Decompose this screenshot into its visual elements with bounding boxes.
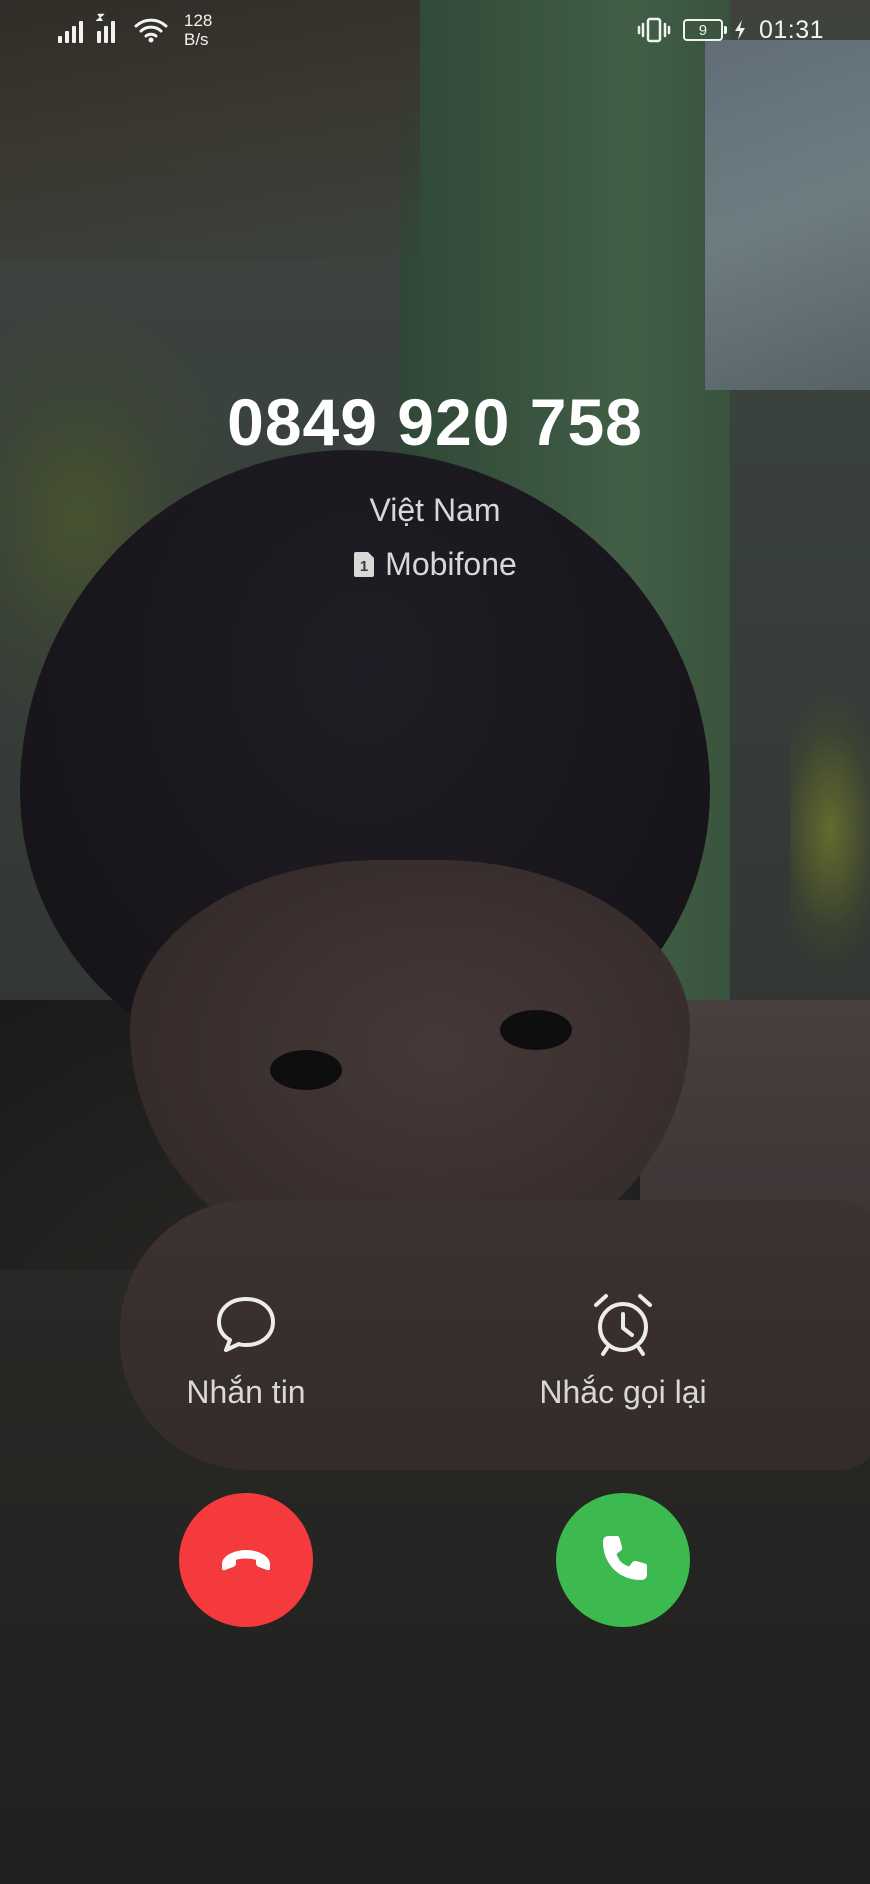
battery-icon: 9 [682,19,727,41]
vibrate-icon [637,17,671,43]
wifi-icon [134,18,168,43]
background-photo [0,0,870,1884]
caller-info: 0849 920 758 Việt Nam 1 Mobifone [0,380,870,584]
remind-me-label: Nhắc gọi lại [539,1374,707,1410]
network-speed-unit: B/s [184,30,209,49]
reply-with-message-label: Nhắn tin [186,1374,306,1410]
remind-me-button[interactable]: Nhắc gọi lại [473,1290,773,1412]
network-speed: 128 B/s [184,11,212,49]
status-right: 9 01:31 [637,10,824,50]
signal-icon [58,17,83,43]
status-clock: 01:31 [758,15,824,44]
caller-country: Việt Nam [369,492,501,528]
alarm-clock-icon [594,1294,652,1356]
charging-icon [734,20,745,40]
status-left: ⧗ 128 B/s [58,10,212,50]
battery-level: 9 [698,21,708,39]
status-bar: ⧗ 128 B/s 9 01:31 [0,0,870,60]
hang-up-icon [222,1550,270,1571]
message-bubble-icon [217,1297,275,1352]
caller-carrier-row: 1 Mobifone [353,544,517,584]
sim-icon: 1 [354,551,375,577]
network-speed-value: 128 [184,11,213,30]
decline-call-button[interactable] [179,1493,313,1627]
caller-number: 0849 920 758 [227,385,643,459]
sim-slot-number: 1 [360,558,368,575]
reply-with-message-button[interactable]: Nhắn tin [96,1290,396,1412]
caller-carrier: Mobifone [385,546,517,582]
accept-call-button[interactable] [556,1493,690,1627]
phone-icon [603,1536,647,1580]
signal-icon: ⧗ [95,11,122,43]
